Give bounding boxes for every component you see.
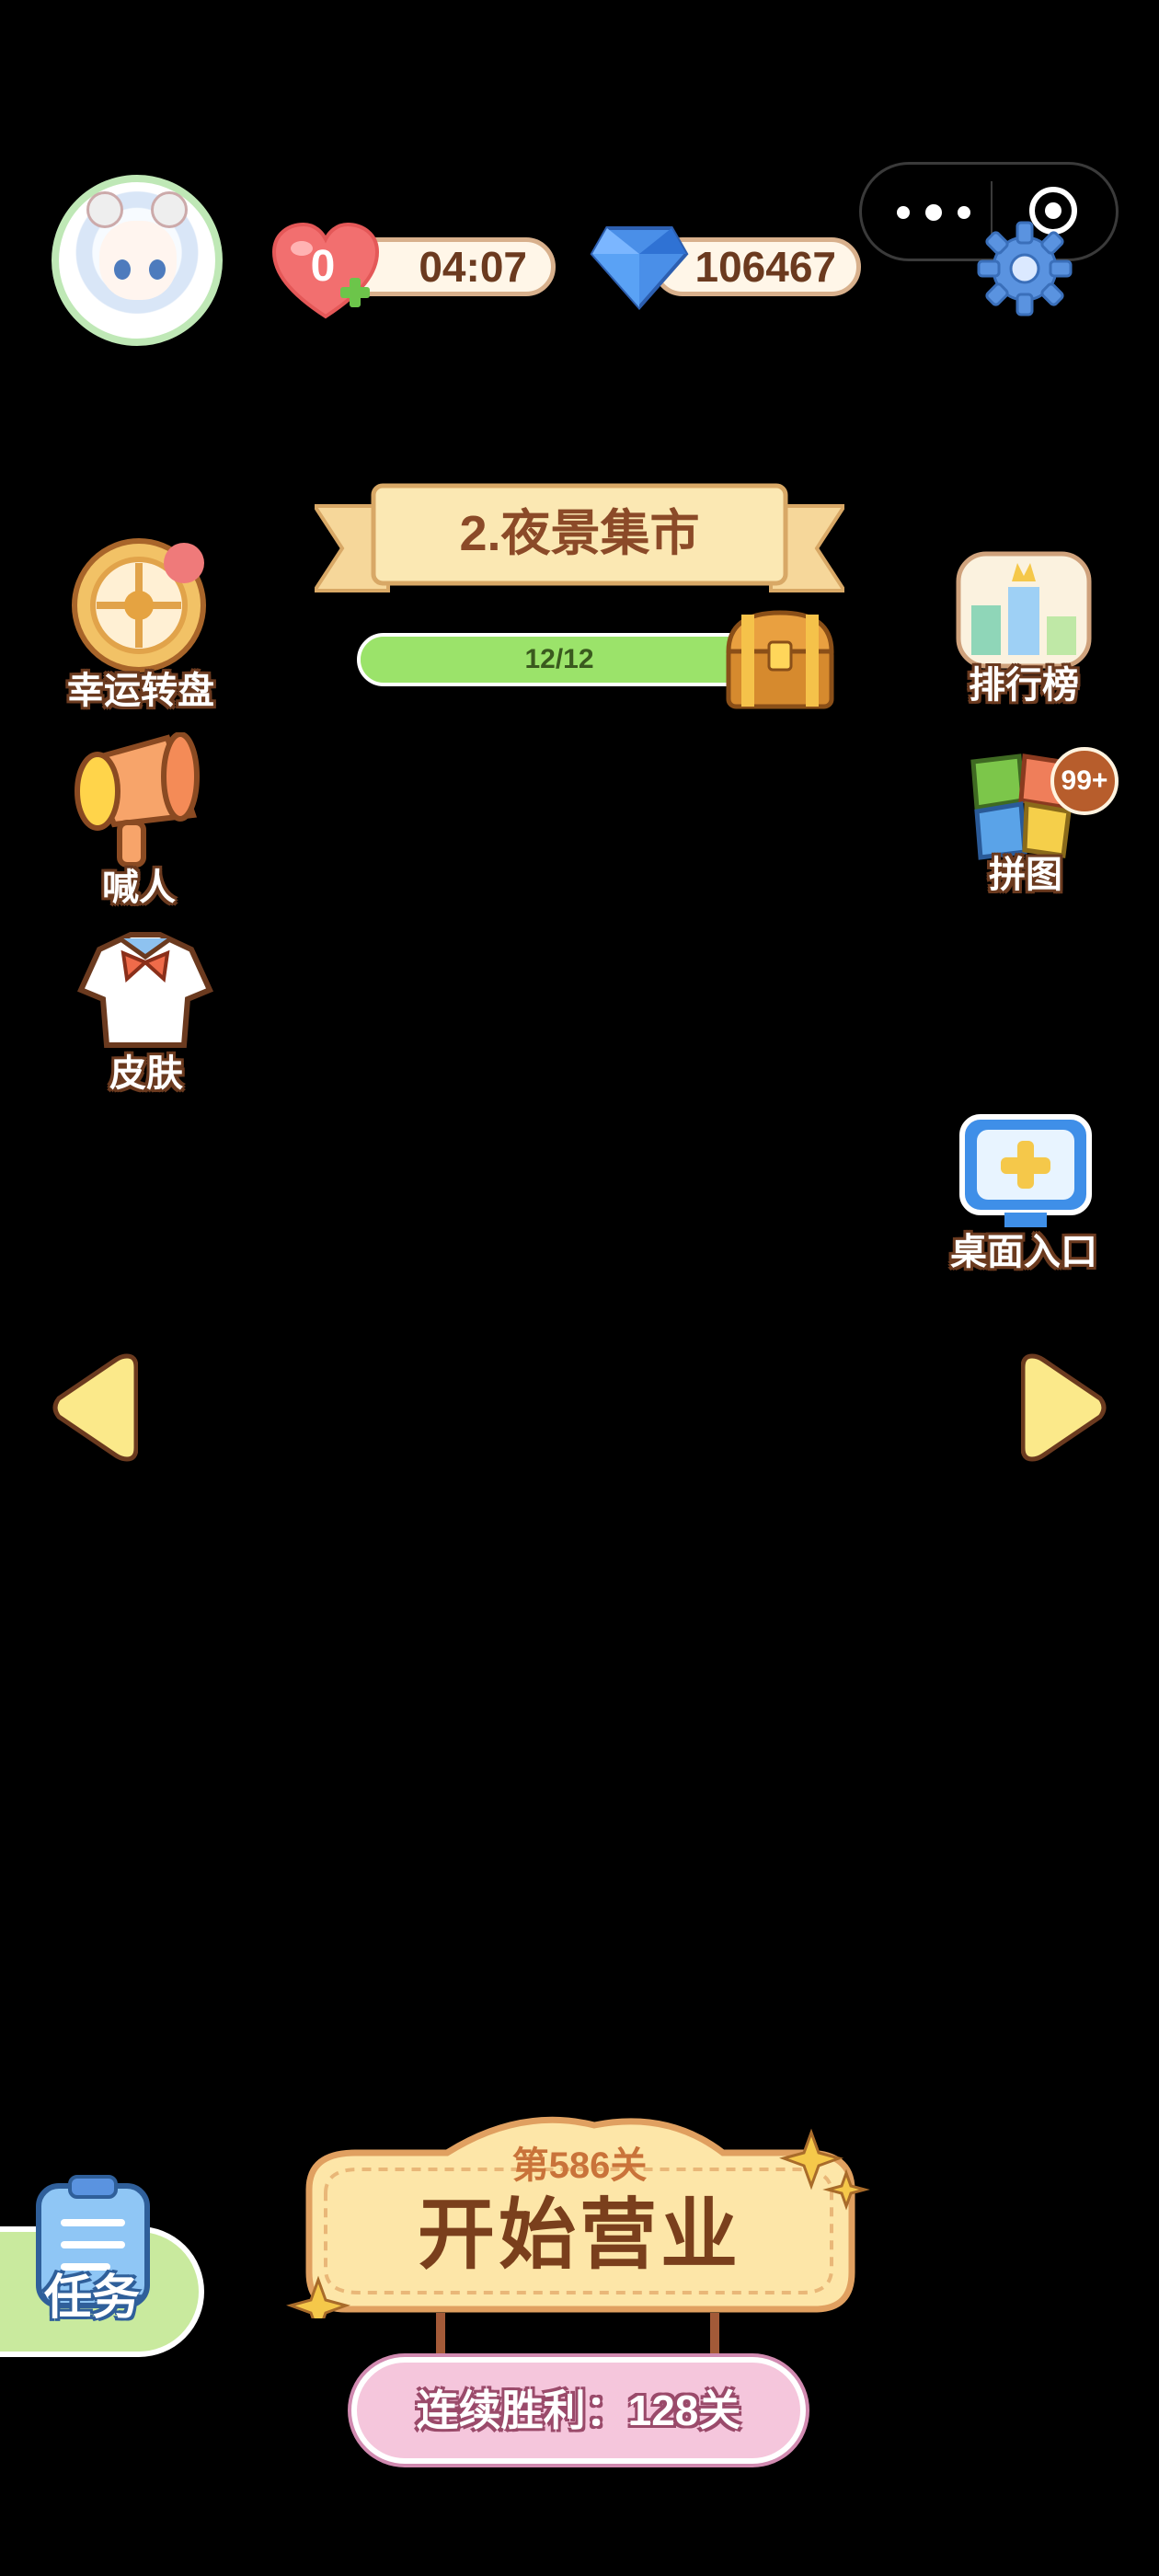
trophy-icon <box>956 551 1092 669</box>
add-life-icon[interactable] <box>339 276 372 309</box>
task-label: 任务 <box>43 2271 140 2325</box>
desktop-add-icon <box>959 1114 1092 1227</box>
skin-button[interactable]: 皮肤 <box>59 926 234 1100</box>
avatar-face <box>99 221 177 300</box>
gear-icon[interactable] <box>977 221 1073 316</box>
side-label: 幸运转盘 <box>67 671 214 711</box>
desktop-shortcut-button[interactable]: 桌面入口 <box>936 1113 1111 1279</box>
lucky-wheel-icon <box>72 538 206 673</box>
side-label: 拼图 <box>989 855 1062 895</box>
shirt-icon <box>76 932 214 1048</box>
invite-button[interactable]: 喊人 <box>52 732 226 916</box>
diamond-icon <box>590 226 689 311</box>
avatar-ear-right <box>151 191 188 228</box>
megaphone-icon <box>75 732 200 868</box>
life-timer: 04:07 <box>419 243 527 291</box>
side-label: 桌面入口 <box>950 1232 1097 1272</box>
leaderboard-button[interactable]: 排行榜 <box>936 550 1111 712</box>
win-streak-text: 连续胜利：128关 <box>416 2386 741 2434</box>
avatar-ear-left <box>86 191 123 228</box>
avatar-eye-right <box>149 259 166 280</box>
notification-badge: 99+ <box>1050 747 1119 815</box>
player-avatar[interactable] <box>52 175 223 346</box>
side-label: 排行榜 <box>969 665 1079 706</box>
avatar-eye-left <box>114 259 131 280</box>
gem-count: 106467 <box>694 243 837 291</box>
side-label: 喊人 <box>102 868 176 908</box>
side-label: 皮肤 <box>109 1053 183 1094</box>
previous-arrow-icon[interactable] <box>50 1351 138 1465</box>
treasure-chest-icon[interactable] <box>723 605 837 714</box>
progress-text: 12/12 <box>524 644 594 674</box>
more-menu-icon[interactable] <box>897 187 970 238</box>
lucky-wheel-button[interactable]: 幸运转盘 <box>53 535 228 719</box>
level-title: 2.夜景集市 <box>459 506 700 561</box>
next-arrow-icon[interactable] <box>1021 1351 1109 1465</box>
start-business-button[interactable]: 开始营业 <box>368 2184 791 2285</box>
